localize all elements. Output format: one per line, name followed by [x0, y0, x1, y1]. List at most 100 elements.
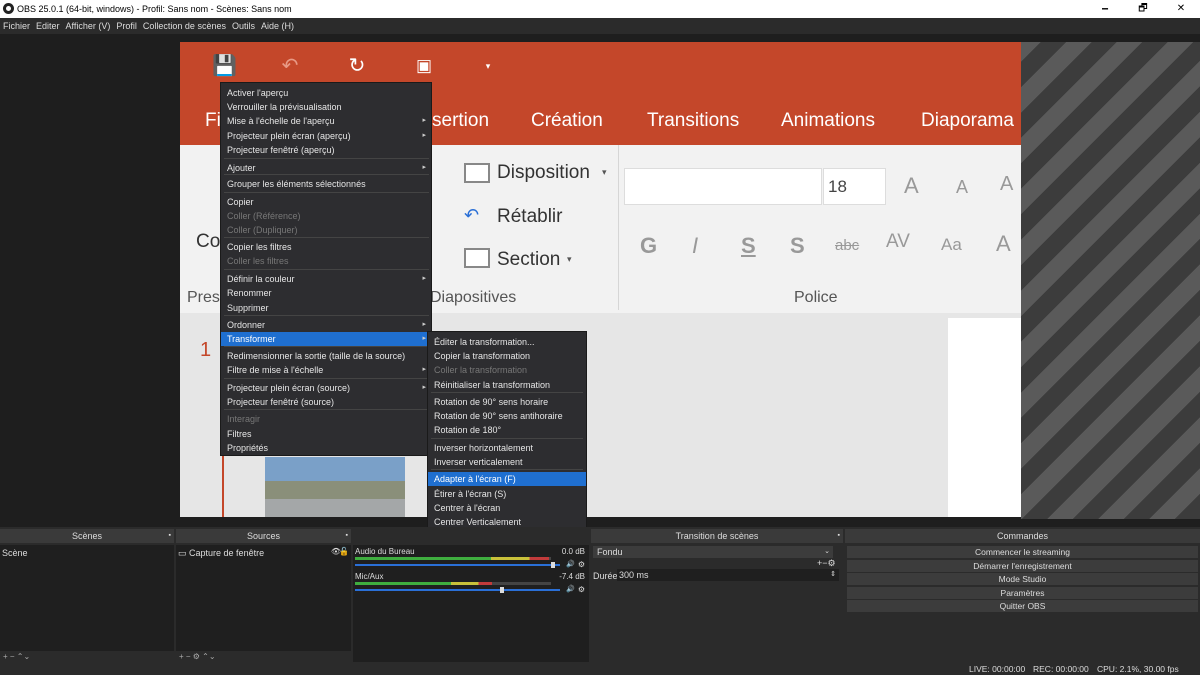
exit-button[interactable]: Quitter OBS: [847, 600, 1198, 612]
context-menu-item[interactable]: Mise à l'échelle de l'aperçu ▸: [221, 114, 431, 128]
sources-list[interactable]: ▭ Capture de fenêtre 👁 🔓: [176, 545, 351, 651]
dock-menu-icon[interactable]: ▪: [838, 529, 840, 543]
scenes-toolbar[interactable]: + − ⌃⌄: [0, 651, 174, 662]
preview-out-of-bounds: [1021, 42, 1200, 519]
scenes-dock: Scènes ▪ Scène + − ⌃⌄: [0, 529, 174, 662]
context-menu-item[interactable]: Verrouiller la prévisualisation: [221, 100, 431, 114]
chevron-down-icon: ▾: [602, 167, 607, 177]
context-menu-item[interactable]: Filtre de mise à l'échelle ▸: [221, 363, 431, 377]
transform-menu-item-label: Étirer à l'écran (S): [434, 489, 507, 499]
context-menu-item[interactable]: Propriétés: [221, 441, 431, 455]
context-menu-item-label: Coller (Référence): [227, 211, 301, 221]
volume-slider-handle[interactable]: [551, 562, 555, 568]
transform-menu-item[interactable]: Inverser horizontalement: [428, 441, 586, 455]
transform-menu-item[interactable]: Rotation de 90° sens horaire: [428, 395, 586, 409]
context-menu-item-label: Verrouiller la prévisualisation: [227, 102, 342, 112]
lock-icon[interactable]: 🔓: [339, 547, 349, 556]
settings-button[interactable]: Paramètres: [847, 587, 1198, 599]
menu-separator: [431, 438, 583, 439]
minimize-button[interactable]: 🗕: [1086, 0, 1124, 18]
transform-menu-item[interactable]: Adapter à l'écran (F): [428, 472, 586, 486]
context-menu-item[interactable]: Filtres: [221, 427, 431, 441]
scenes-title: Scènes ▪: [0, 529, 174, 543]
menu-afficher[interactable]: Afficher (V): [63, 18, 114, 34]
transform-menu-item[interactable]: Centrer à l'écran: [428, 501, 586, 515]
context-menu-item[interactable]: Redimensionner la sortie (taille de la s…: [221, 349, 431, 363]
context-menu-item[interactable]: Ordonner ▸: [221, 318, 431, 332]
sources-toolbar[interactable]: + − ⚙ ⌃⌄: [176, 651, 351, 662]
stepper-icon[interactable]: ⇕: [830, 569, 836, 581]
case-icon: Aa: [941, 235, 962, 254]
transform-menu-item[interactable]: Inverser verticalement: [428, 455, 586, 469]
context-menu-item[interactable]: Projecteur plein écran (aperçu) ▸: [221, 129, 431, 143]
dock-menu-icon[interactable]: ▪: [169, 529, 171, 543]
settings-icon[interactable]: ⚙: [578, 585, 585, 594]
ppt-tab-transitions: Transitions: [647, 110, 740, 131]
transform-menu-item[interactable]: Rotation de 90° sens antihoraire: [428, 409, 586, 423]
context-menu-item[interactable]: Projecteur fenêtré (source): [221, 395, 431, 409]
menu-editer[interactable]: Editer: [33, 18, 63, 34]
menu-aide[interactable]: Aide (H): [258, 18, 297, 34]
volume-slider[interactable]: [355, 562, 560, 568]
obs-logo-icon: [3, 3, 14, 14]
transform-menu-item[interactable]: Rotation de 180°: [428, 423, 586, 437]
transform-menu-item-label: Rotation de 90° sens antihoraire: [434, 411, 563, 421]
context-menu-item[interactable]: Activer l'aperçu: [221, 86, 431, 100]
menu-fichier[interactable]: Fichier: [0, 18, 33, 34]
volume-meter: [355, 557, 551, 560]
context-menu-item[interactable]: Renommer: [221, 286, 431, 300]
transform-menu-item[interactable]: Réinitialiser la transformation: [428, 378, 586, 392]
chevron-down-icon: ▾: [485, 61, 491, 71]
context-menu-item[interactable]: Transformer ▸: [221, 332, 431, 346]
menu-separator: [224, 315, 429, 316]
menu-separator: [224, 346, 429, 347]
dock-menu-icon[interactable]: ▪: [346, 529, 348, 543]
mixer-panel: Audio du Bureau 0.0 dB 🔊 ⚙ Mic/Aux -7.4 …: [353, 545, 589, 662]
close-button[interactable]: ✕: [1162, 0, 1200, 18]
ppt-tab-creation: Création: [531, 110, 603, 131]
shadow-icon: S: [790, 233, 805, 258]
mixer-channel-name: Audio du Bureau: [355, 547, 415, 556]
context-menu-item[interactable]: Projecteur fenêtré (aperçu): [221, 143, 431, 157]
duration-label: Durée: [593, 571, 618, 581]
transition-select[interactable]: Fondu ⌄: [593, 546, 833, 558]
ppt-tab-fichier: Fi: [205, 110, 221, 131]
transition-select-value: Fondu: [597, 547, 623, 557]
context-menu-item-label: Projecteur plein écran (aperçu): [227, 131, 351, 141]
transform-menu-item[interactable]: Éditer la transformation...: [428, 335, 586, 349]
context-menu-item-label: Définir la couleur: [227, 274, 295, 284]
context-menu-item[interactable]: Projecteur plein écran (source) ▸: [221, 381, 431, 395]
scene-item[interactable]: Scène: [2, 547, 28, 559]
scenes-list[interactable]: Scène: [0, 545, 174, 651]
sources-title: Sources ▪: [176, 529, 351, 543]
transform-menu-item[interactable]: Étirer à l'écran (S): [428, 487, 586, 501]
context-menu-item[interactable]: Supprimer: [221, 301, 431, 315]
source-item[interactable]: ▭ Capture de fenêtre: [178, 547, 264, 559]
transform-menu-item[interactable]: Copier la transformation: [428, 349, 586, 363]
context-menu-item[interactable]: Copier: [221, 195, 431, 209]
settings-icon[interactable]: ⚙: [578, 560, 585, 569]
start-recording-button[interactable]: Démarrer l'enregistrement: [847, 560, 1198, 572]
transform-menu-item-label: Inverser verticalement: [434, 457, 523, 467]
volume-slider-handle[interactable]: [500, 587, 505, 593]
speaker-icon[interactable]: 🔊: [566, 585, 575, 593]
speaker-icon[interactable]: 🔊: [566, 560, 575, 568]
studio-mode-button[interactable]: Mode Studio: [847, 573, 1198, 585]
context-menu-item[interactable]: Ajouter ▸: [221, 161, 431, 175]
maximize-button[interactable]: 🗗: [1124, 0, 1162, 18]
context-menu-item[interactable]: Définir la couleur ▸: [221, 272, 431, 286]
volume-slider[interactable]: [355, 587, 560, 593]
menu-outils[interactable]: Outils: [229, 18, 258, 34]
start-streaming-button[interactable]: Commencer le streaming: [847, 546, 1198, 558]
transform-menu-item-label: Éditer la transformation...: [434, 337, 535, 347]
menu-collection-scenes[interactable]: Collection de scènes: [140, 18, 229, 34]
add-remove-transition-icon[interactable]: +−⚙: [817, 558, 836, 569]
context-menu-item-label: Ajouter: [227, 163, 256, 173]
rec-status: REC: 00:00:00: [1033, 664, 1089, 674]
duration-input[interactable]: 300 ms ⇕: [617, 569, 839, 581]
context-menu-item[interactable]: Copier les filtres: [221, 240, 431, 254]
reset-icon: ↶: [464, 205, 480, 225]
menu-profil[interactable]: Profil: [113, 18, 140, 34]
context-menu-item[interactable]: Grouper les éléments sélectionnés: [221, 177, 431, 191]
bold-icon: G: [640, 233, 658, 258]
